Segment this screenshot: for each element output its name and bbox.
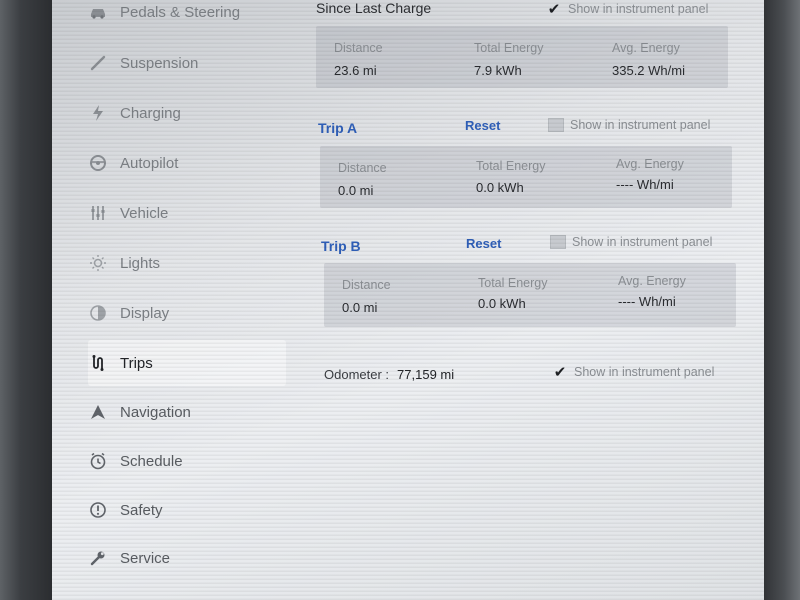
trip-b-title: Trip B (321, 238, 361, 254)
lightning-icon (88, 103, 108, 123)
since-last-charge-card: Distance 23.6 mi Total Energy 7.9 kWh Av… (316, 26, 728, 88)
sidebar-item-lights[interactable]: Lights (88, 243, 284, 283)
sidebar-item-navigation[interactable]: Navigation (88, 392, 284, 432)
wrench-icon (88, 548, 108, 568)
screen-bezel-right (760, 0, 800, 600)
suspension-icon (88, 53, 108, 73)
odometer-value: 77,159 mi (397, 367, 455, 382)
sidebar-item-pedals-steering[interactable]: Pedals & Steering (88, 0, 284, 32)
trip-b-show-toggle[interactable]: Show in instrument panel (550, 235, 712, 249)
total-energy-value: 7.9 kWh (474, 63, 522, 78)
total-energy-value: 0.0 kWh (476, 180, 524, 195)
checkbox-unchecked[interactable] (550, 235, 566, 249)
sidebar-item-schedule[interactable]: Schedule (88, 441, 284, 481)
trip-a-title: Trip A (318, 120, 358, 136)
steering-wheel-icon (88, 153, 108, 173)
navigation-icon (88, 402, 108, 422)
distance-value: 23.6 mi (334, 63, 377, 78)
light-icon (88, 253, 108, 273)
sidebar-item-safety[interactable]: Safety (88, 490, 284, 530)
total-energy-label: Total Energy (474, 41, 544, 55)
trip-a-reset-button[interactable]: Reset (465, 118, 500, 133)
trips-icon (88, 353, 108, 373)
since-last-charge-title: Since Last Charge (316, 0, 432, 16)
distance-label: Distance (338, 161, 387, 175)
sidebar-item-charging[interactable]: Charging (88, 93, 284, 133)
odometer-label: Odometer : (324, 367, 390, 382)
sidebar-item-display[interactable]: Display (88, 293, 284, 333)
sidebar-item-service[interactable]: Service (88, 538, 284, 578)
odometer-row: Odometer : 77,159 mi (324, 367, 454, 382)
alert-icon (88, 500, 108, 520)
trip-a-show-toggle[interactable]: Show in instrument panel (548, 118, 710, 132)
avg-energy-label: Avg. Energy (612, 41, 680, 55)
avg-energy-value: 335.2 Wh/mi (612, 63, 685, 78)
checkmark-icon: ✔ (553, 364, 567, 381)
trip-b-reset-button[interactable]: Reset (466, 236, 501, 251)
total-energy-label: Total Energy (478, 276, 548, 290)
avg-energy-label: Avg. Energy (618, 274, 686, 288)
sliders-icon (88, 203, 108, 223)
odometer-show-toggle[interactable]: ✔ Show in instrument panel (552, 363, 715, 381)
since-last-charge-show-toggle[interactable]: ✔ Show in instrument panel (546, 0, 709, 18)
display-icon (88, 303, 108, 323)
settings-sidebar: Pedals & Steering Suspension Charging Au… (52, 0, 288, 600)
sidebar-item-trips[interactable]: Trips (88, 343, 284, 383)
checkmark-icon: ✔ (547, 1, 561, 18)
sidebar-item-vehicle[interactable]: Vehicle (88, 193, 284, 233)
checkbox-unchecked[interactable] (548, 118, 564, 132)
trip-a-card: Distance 0.0 mi Total Energy 0.0 kWh Avg… (320, 146, 732, 208)
distance-label: Distance (342, 278, 391, 292)
sidebar-item-suspension[interactable]: Suspension (88, 43, 284, 83)
trips-panel: Since Last Charge ✔ Show in instrument p… (302, 0, 742, 600)
car-icon (88, 2, 108, 22)
distance-value: 0.0 mi (338, 183, 374, 198)
screen-bezel-left (0, 0, 52, 600)
total-energy-value: 0.0 kWh (478, 296, 526, 311)
sidebar-item-autopilot[interactable]: Autopilot (88, 143, 284, 183)
distance-value: 0.0 mi (342, 300, 378, 315)
clock-icon (88, 451, 108, 471)
avg-energy-value: ---- Wh/mi (616, 177, 674, 192)
trip-b-card: Distance 0.0 mi Total Energy 0.0 kWh Avg… (324, 263, 736, 327)
total-energy-label: Total Energy (476, 159, 546, 173)
settings-screen: Pedals & Steering Suspension Charging Au… (52, 0, 764, 600)
distance-label: Distance (334, 41, 383, 55)
avg-energy-value: ---- Wh/mi (618, 294, 676, 309)
avg-energy-label: Avg. Energy (616, 157, 684, 171)
